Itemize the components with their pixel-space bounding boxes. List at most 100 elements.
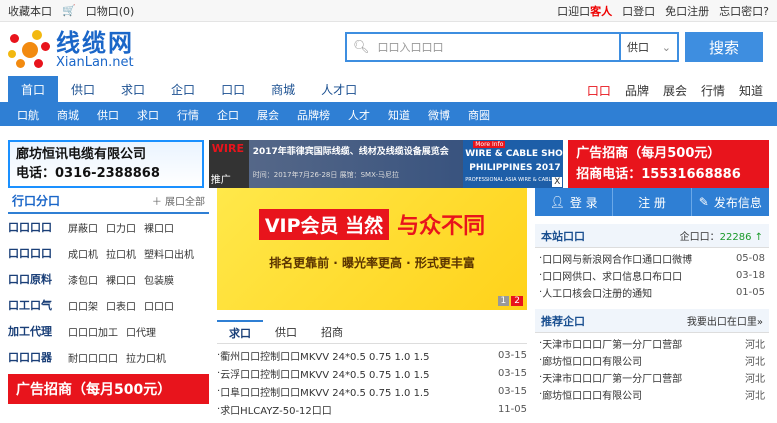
member-count: 22286: [719, 232, 752, 243]
category-red-ad[interactable]: 广告招商（每月500元）: [8, 374, 209, 404]
subnav-item-6[interactable]: 展会: [248, 107, 288, 123]
category-item[interactable]: 漆包口: [68, 272, 98, 287]
list-item[interactable]: · 人工口核会口注册的通知 01-05: [535, 284, 769, 301]
category-title: 行口分口: [12, 193, 61, 208]
item-text: 天津市口口口厂第一分厂口营部: [542, 374, 683, 385]
nav-item-3[interactable]: 企口: [158, 76, 208, 102]
nav-item-2[interactable]: 求口: [108, 76, 158, 102]
subnav-item-8[interactable]: 人才: [339, 107, 379, 123]
vip-banner[interactable]: VIP会员 当然 与众不同 排名更靠前 · 曝光率更高 · 形式更丰富 1 2: [217, 188, 527, 310]
subnav-item-5[interactable]: 企口: [208, 107, 248, 123]
nav-right-item-3[interactable]: 行情: [701, 82, 725, 99]
expo-title: 2017年菲律宾国际线缆、线材及线缆设备展览会: [252, 147, 449, 157]
user-icon: 👤︎: [549, 195, 565, 209]
search-button[interactable]: 搜索: [685, 32, 763, 62]
nav-right-item-1[interactable]: 品牌: [625, 82, 649, 99]
category-item[interactable]: 塑料口出机: [144, 246, 194, 261]
category-item[interactable]: 裸口口: [106, 272, 136, 287]
login-link[interactable]: 口登口: [622, 3, 655, 19]
publish-button[interactable]: ✎ 发布信息: [692, 188, 769, 216]
subnav-item-10[interactable]: 微博: [419, 107, 459, 123]
item-date: 01-05: [735, 287, 765, 298]
banner-page-1[interactable]: 1: [497, 296, 510, 306]
subnav-item-4[interactable]: 行情: [168, 107, 208, 123]
register-button[interactable]: 注 册: [613, 188, 692, 216]
category-head[interactable]: 口口原料: [8, 271, 60, 287]
category-item[interactable]: 裸口口: [144, 220, 174, 235]
category-item[interactable]: 拉力口机: [126, 350, 166, 365]
nav-right-item-4[interactable]: 知道: [739, 82, 763, 99]
main-nav: 首口 供口 求口 企口 口口 商城 人才口 口口 品牌 展会 行情 知道: [0, 76, 777, 104]
category-item[interactable]: 耐口口口口: [68, 350, 118, 365]
close-icon[interactable]: X: [552, 177, 563, 187]
search-input[interactable]: 🔍︎ 口口入口口口: [345, 32, 619, 62]
nav-right-links: 口口 品牌 展会 行情 知道: [587, 82, 763, 99]
category-item[interactable]: 口代理: [126, 324, 156, 339]
list-item[interactable]: · 求口HLCAYZ-50-12口口 11-05: [217, 400, 527, 418]
subnav-item-2[interactable]: 供口: [88, 107, 128, 123]
list-item[interactable]: · 天津市口口口厂第一分厂口营部 河北: [535, 369, 769, 386]
login-button[interactable]: 👤︎ 登 录: [535, 188, 614, 216]
ad-wire-show[interactable]: WIRE 推广 2017年菲律宾国际线缆、线材及线缆设备展览会 时间：2017年…: [208, 140, 564, 188]
register-link[interactable]: 免口注册: [665, 3, 709, 19]
list-item[interactable]: · 廊坊恒口口口有限公司 河北: [535, 386, 769, 403]
category-item[interactable]: 拉口机: [106, 246, 136, 261]
ad-hengxun[interactable]: 廊坊恒讯电缆有限公司 电话：0316-2388868: [8, 140, 204, 188]
category-item[interactable]: 口口口加工: [68, 324, 118, 339]
list-item[interactable]: · 口阜口口控制口口MKVV 24*0.5 0.75 1.0 1.5 03-15: [217, 382, 527, 400]
top-bar: 收藏本口 🛒 口物口(0) 口迎口客人 口登口 免口注册 忘口密口?: [0, 0, 777, 22]
tab-recruit[interactable]: 招商: [309, 320, 355, 343]
category-panel: 行口分口 ＋ 展口全部 口口口口 屏蔽口 口力口 裸口口 口口口口 成口机 拉口机 塑料口出机…: [8, 188, 209, 418]
site-logo[interactable]: 线缆网 XianLan.net: [8, 30, 308, 70]
search-bar: 🔍︎ 口口入口口口 供口 ⌄ 搜索: [345, 32, 763, 62]
list-item[interactable]: · 廊坊恒口口口有限公司 河北: [535, 352, 769, 369]
category-item[interactable]: 屏蔽口: [68, 220, 98, 235]
tab-demand[interactable]: 求口: [217, 320, 263, 343]
item-text: 求口HLCAYZ-50-12口口: [220, 405, 332, 417]
category-head[interactable]: 口口口口: [8, 245, 60, 261]
category-item[interactable]: 成口机: [68, 246, 98, 261]
nav-item-6[interactable]: 人才口: [308, 76, 370, 102]
subnav-item-0[interactable]: 口航: [8, 107, 48, 123]
category-item[interactable]: 口力口: [106, 220, 136, 235]
subnav-item-11[interactable]: 商圈: [459, 107, 499, 123]
category-item[interactable]: 口口口: [144, 298, 174, 313]
tab-supply[interactable]: 供口: [263, 320, 309, 343]
item-date: 河北: [745, 340, 765, 351]
recommend-hint[interactable]: 我要出口在口里»: [687, 313, 763, 328]
list-item[interactable]: · 口口网供口、求口信息口布口口 03-18: [535, 267, 769, 284]
nav-right-item-2[interactable]: 展会: [663, 82, 687, 99]
expand-all-link[interactable]: ＋ 展口全部: [152, 193, 205, 208]
category-item[interactable]: 口口架: [68, 298, 98, 313]
item-date: 河北: [745, 374, 765, 385]
nav-right-item-0[interactable]: 口口: [587, 82, 611, 99]
cart-link[interactable]: 口物口(0): [86, 3, 135, 19]
list-item[interactable]: · 衢州口口控制口口MKVV 24*0.5 0.75 1.0 1.5 03-15: [217, 346, 527, 364]
list-item[interactable]: · 口口网与新浪网合作口通口口微博 05-08: [535, 250, 769, 267]
bookmark-link[interactable]: 收藏本口: [8, 3, 52, 19]
ad-recruit[interactable]: 广告招商（每月500元） 招商电话：15531668886: [568, 140, 769, 188]
banner-page-2[interactable]: 2: [511, 296, 523, 306]
item-date: 河北: [745, 391, 765, 402]
arrow-up-icon: ↑: [751, 232, 763, 243]
subnav-item-7[interactable]: 品牌榜: [288, 107, 339, 123]
nav-item-1[interactable]: 供口: [58, 76, 108, 102]
nav-item-0[interactable]: 首口: [8, 76, 59, 102]
search-type-select[interactable]: 供口 ⌄: [619, 32, 679, 62]
nav-item-4[interactable]: 口口: [208, 76, 258, 102]
subnav-item-9[interactable]: 知道: [379, 107, 419, 123]
category-head[interactable]: 口工口气: [8, 297, 60, 313]
notice-title: 本站口口: [541, 229, 585, 243]
category-item[interactable]: 包装膜: [144, 272, 174, 287]
category-row: 口口口器 耐口口口口 拉力口机: [8, 344, 209, 370]
category-head[interactable]: 加工代理: [8, 323, 60, 339]
subnav-item-3[interactable]: 求口: [128, 107, 168, 123]
category-head[interactable]: 口口口器: [8, 349, 60, 365]
list-item[interactable]: · 云浮口口控制口口MKVV 24*0.5 0.75 1.0 1.5 03-15: [217, 364, 527, 382]
category-item[interactable]: 口表口: [106, 298, 136, 313]
forgot-password-link[interactable]: 忘口密口?: [719, 3, 769, 19]
subnav-item-1[interactable]: 商城: [48, 107, 88, 123]
category-head[interactable]: 口口口口: [8, 219, 60, 235]
list-item[interactable]: · 天津市口口口厂第一分厂口营部 河北: [535, 335, 769, 352]
nav-item-5[interactable]: 商城: [258, 76, 308, 102]
